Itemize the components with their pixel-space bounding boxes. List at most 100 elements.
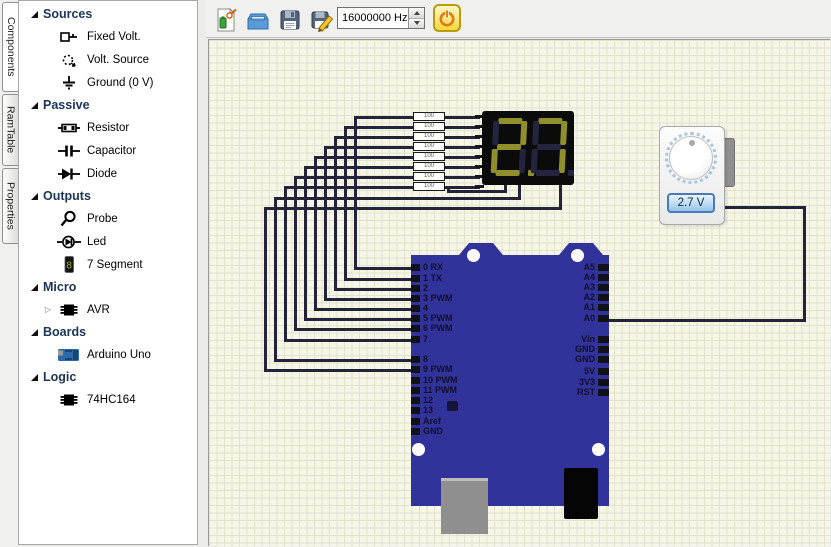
save-as-icon	[309, 7, 335, 33]
new-circuit-button[interactable]	[211, 5, 240, 34]
display-digit1	[490, 118, 527, 176]
pin-label: RST	[577, 387, 595, 397]
tree-item-7-segment[interactable]: 87 Segment	[19, 253, 197, 276]
arduino-pin-11[interactable]	[408, 387, 420, 394]
arduino-pin-GND[interactable]	[408, 428, 420, 435]
wire-segment[interactable]	[304, 318, 413, 321]
tree-item-led[interactable]: Led	[19, 230, 197, 253]
tree-category-outputs[interactable]: Outputs	[19, 185, 197, 207]
wire-segment[interactable]	[559, 181, 562, 210]
open-circuit-button[interactable]	[243, 5, 272, 34]
wire-segment[interactable]	[314, 308, 413, 311]
arduino-pin-A3[interactable]	[598, 284, 612, 291]
tab-properties[interactable]: Properties	[2, 168, 18, 244]
wire-segment[interactable]	[304, 166, 307, 321]
tree-item-volt-source[interactable]: Volt. Source	[19, 48, 197, 71]
wire-segment[interactable]	[284, 186, 416, 189]
resistor-100[interactable]: 100	[413, 112, 445, 121]
arduino-pin-12[interactable]	[408, 397, 420, 404]
arduino-pin-13[interactable]	[408, 407, 420, 414]
wire-segment[interactable]	[354, 116, 416, 119]
arduino-pin-A5[interactable]	[598, 264, 612, 271]
wire-segment[interactable]	[344, 126, 347, 281]
wire-segment[interactable]	[344, 126, 416, 129]
tree-category-passive[interactable]: Passive	[19, 94, 197, 116]
arduino-pin-Aref[interactable]	[408, 418, 420, 425]
resistor-100[interactable]: 100	[413, 182, 445, 191]
wire-segment[interactable]	[314, 156, 416, 159]
arduino-pin-10[interactable]	[408, 377, 420, 384]
resistor-100[interactable]: 100	[413, 132, 445, 141]
wire-segment[interactable]	[294, 328, 413, 331]
wire-segment[interactable]	[264, 207, 267, 372]
save-circuit-as-button[interactable]	[307, 5, 336, 34]
wire-segment[interactable]	[803, 206, 806, 322]
arduino-pin-3V3[interactable]	[598, 379, 612, 386]
tree-item-avr[interactable]: ▷AVR	[19, 298, 197, 321]
display-pin[interactable]	[475, 185, 484, 188]
arduino-pin-GND[interactable]	[598, 346, 612, 353]
arduino-pin-Vin[interactable]	[598, 336, 612, 343]
power-button[interactable]	[433, 4, 461, 32]
save-circuit-button[interactable]	[275, 5, 304, 34]
wire-segment[interactable]	[314, 156, 317, 311]
tree-item-capacitor[interactable]: Capacitor	[19, 139, 197, 162]
tree-category-micro[interactable]: Micro	[19, 276, 197, 298]
schematic-canvas[interactable]: 2.7 V 0 RX1 TX23 PWM45 PWM6 PWM789 PWM10…	[208, 39, 830, 546]
pin-label: 8	[423, 354, 428, 364]
resistor-100[interactable]: 100	[413, 122, 445, 131]
wire-segment[interactable]	[344, 278, 413, 281]
wire-segment[interactable]	[447, 190, 507, 193]
wire-segment[interactable]	[264, 207, 562, 210]
wire-segment[interactable]	[324, 298, 413, 301]
resistor-100[interactable]: 100	[413, 152, 445, 161]
tree-category-logic[interactable]: Logic	[19, 366, 197, 388]
arduino-pin-A2[interactable]	[598, 294, 612, 301]
ground-icon	[57, 74, 81, 91]
resistor-100[interactable]: 100	[413, 142, 445, 151]
resistor-100[interactable]: 100	[413, 172, 445, 181]
arduino-pin-5V[interactable]	[598, 368, 612, 375]
arduino-uno-board[interactable]: 0 RX1 TX23 PWM45 PWM6 PWM789 PWM10 PWM11…	[411, 243, 609, 506]
spin-down-button[interactable]	[409, 19, 424, 29]
segment-d	[535, 170, 559, 176]
tab-ramtable[interactable]: RamTable	[2, 94, 18, 166]
wire-segment[interactable]	[304, 166, 416, 169]
wire-segment[interactable]	[274, 197, 277, 362]
voltage-source-component[interactable]: 2.7 V	[659, 126, 725, 225]
tab-components[interactable]: Components	[2, 2, 19, 92]
seven-segment-display[interactable]	[482, 111, 574, 185]
wire-segment[interactable]	[334, 288, 413, 291]
resistor-100[interactable]: 100	[413, 162, 445, 171]
tree-category-sources[interactable]: Sources	[19, 3, 197, 25]
tree-item-fixed-volt-[interactable]: Fixed Volt.	[19, 25, 197, 48]
arduino-pin-A4[interactable]	[598, 274, 612, 281]
wire-segment[interactable]	[609, 319, 806, 322]
tree-item-diode[interactable]: Diode	[19, 162, 197, 185]
tree-category-boards[interactable]: Boards	[19, 321, 197, 343]
wire-segment[interactable]	[294, 176, 416, 179]
wire-segment[interactable]	[274, 359, 413, 362]
arduino-pin-A1[interactable]	[598, 304, 612, 311]
tree-item-arduino-uno[interactable]: Arduino Uno	[19, 343, 197, 366]
arduino-pin-GND[interactable]	[598, 356, 612, 363]
wire-segment[interactable]	[354, 116, 357, 270]
wire-segment[interactable]	[334, 136, 337, 291]
wire-segment[interactable]	[264, 369, 413, 372]
wire-segment[interactable]	[354, 267, 413, 270]
frequency-spinbox[interactable]: 16000000 Hz	[337, 7, 425, 29]
spin-up-button[interactable]	[409, 8, 424, 19]
wire-segment[interactable]	[334, 136, 416, 139]
wire-segment[interactable]	[274, 197, 521, 200]
tree-item-probe[interactable]: Probe	[19, 207, 197, 230]
wire-segment[interactable]	[324, 146, 327, 301]
pin-label: 5V	[584, 366, 595, 376]
wire-segment[interactable]	[284, 339, 413, 342]
wire-segment[interactable]	[324, 146, 416, 149]
tree-item-ground-0-v-[interactable]: Ground (0 V)	[19, 71, 197, 94]
wire-segment[interactable]	[715, 206, 806, 209]
frequency-value[interactable]: 16000000 Hz	[338, 12, 408, 24]
tree-item-resistor[interactable]: Resistor	[19, 116, 197, 139]
arduino-pin-RST[interactable]	[598, 389, 612, 396]
tree-item-74hc164[interactable]: 74HC164	[19, 388, 197, 411]
